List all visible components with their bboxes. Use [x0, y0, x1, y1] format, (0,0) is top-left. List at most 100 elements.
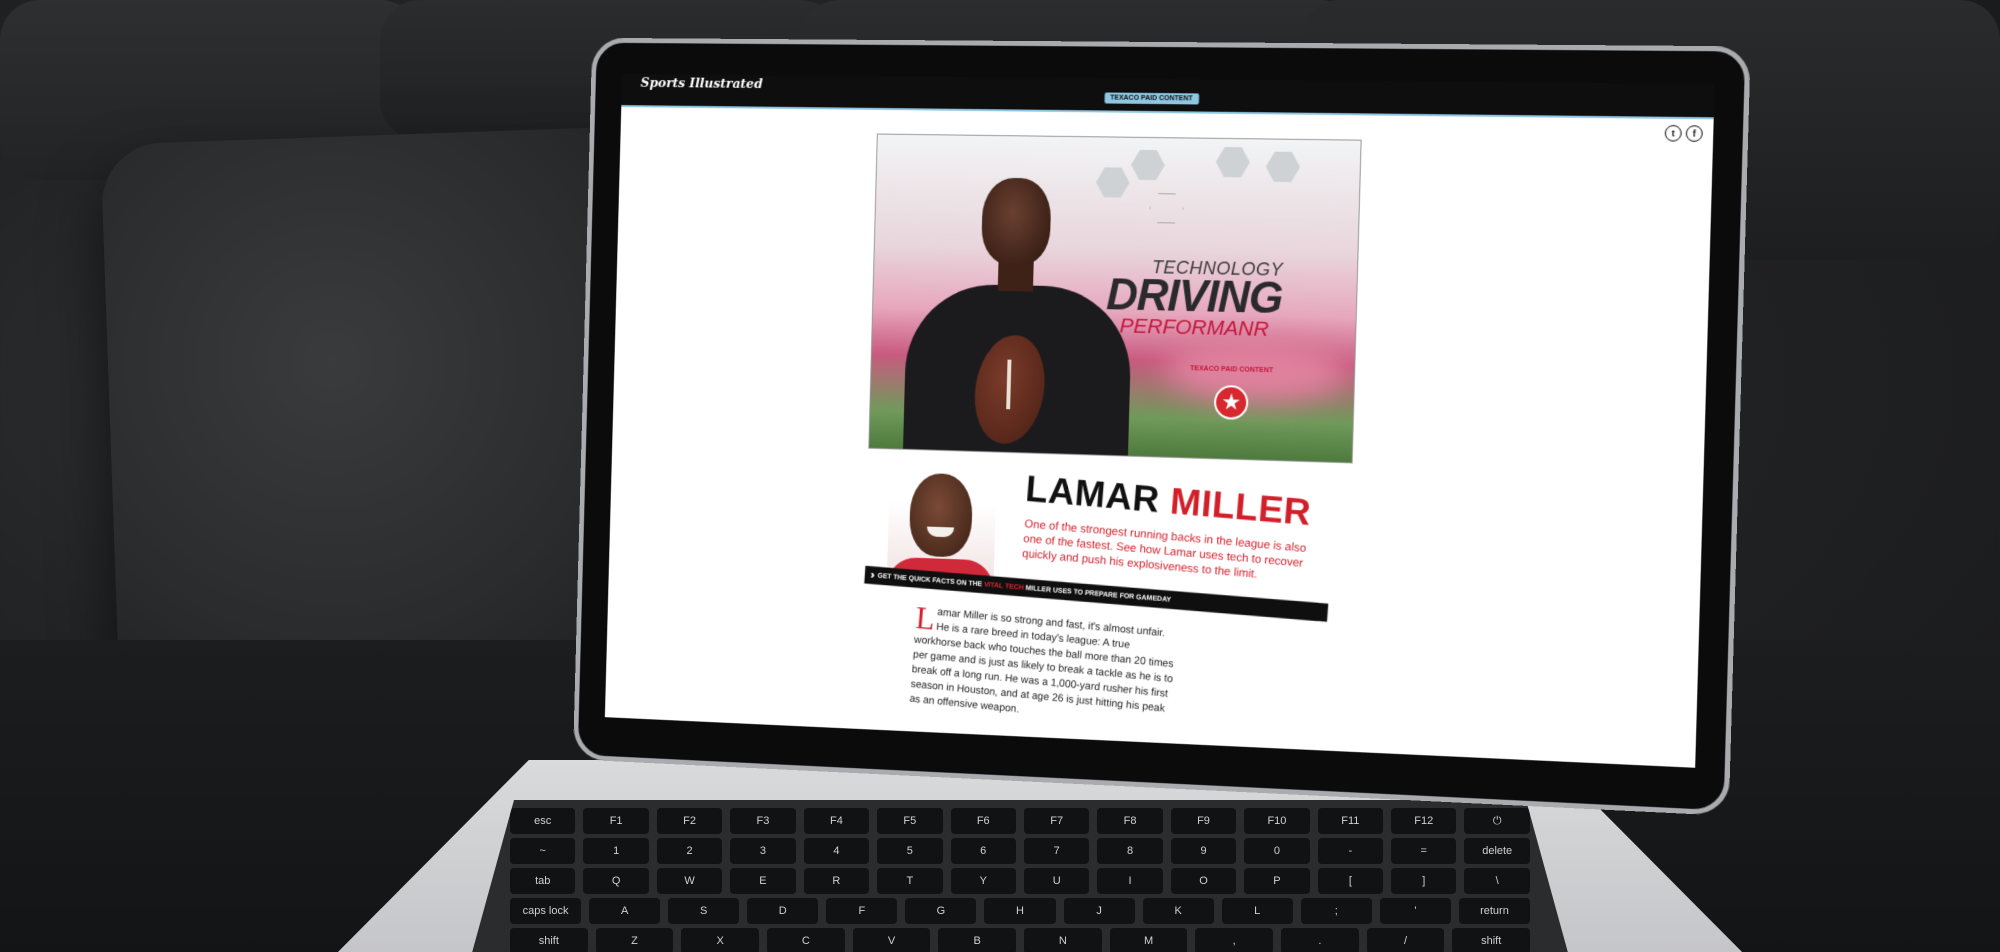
hero-title-line2: DRIVING [1092, 275, 1283, 319]
keyboard-key[interactable]: F2 [657, 808, 722, 834]
keyboard-key[interactable]: N [1024, 928, 1102, 952]
keyboard-key[interactable]: - [1318, 838, 1383, 864]
keyboard-key[interactable]: F1 [583, 808, 648, 834]
hexagon-decoration [1149, 193, 1184, 224]
keyboard-key[interactable]: F6 [951, 808, 1016, 834]
keyboard: esc F1 F2 F3 F4 F5 F6 F7 F8 F9 F10 F11 F12 ⏻ ~1 2 3 4 5 6 7… [470, 800, 1570, 952]
keyboard-key[interactable]: caps lock [510, 898, 581, 924]
player-head [981, 178, 1052, 267]
keyboard-key[interactable]: F7 [1024, 808, 1089, 834]
portrait-head [909, 473, 973, 558]
keyboard-key[interactable]: M [1110, 928, 1188, 952]
keyboard-key[interactable]: 3 [730, 838, 795, 864]
keyboard-key[interactable]: F12 [1391, 808, 1456, 834]
hexagon-decoration [1215, 147, 1250, 178]
hexagon-decoration [1265, 152, 1300, 183]
hero-title: TECHNOLOGY DRIVING PERFORMANR [1092, 257, 1284, 341]
hero-title-line3: PERFORMANR [1092, 315, 1282, 341]
paid-badge-label: TEXACO PAID CONTENT [1110, 95, 1193, 103]
keyboard-key[interactable]: J [1064, 898, 1135, 924]
keyboard-key[interactable]: 9 [1171, 838, 1236, 864]
keyboard-key[interactable]: L [1222, 898, 1293, 924]
keyboard-key[interactable]: W [657, 868, 722, 894]
keyboard-key[interactable]: / [1367, 928, 1445, 952]
keyboard-key[interactable]: 1 [583, 838, 648, 864]
texaco-star-icon: ★ [1214, 385, 1249, 420]
keyboard-key[interactable]: F9 [1171, 808, 1236, 834]
keyboard-key[interactable]: ⏻ [1464, 808, 1529, 834]
keyboard-row-fn: esc F1 F2 F3 F4 F5 F6 F7 F8 F9 F10 F11 F12 ⏻ [470, 808, 1570, 834]
keyboard-row-qwerty: tab Q W E R T Y U I O P [] \ [470, 868, 1570, 894]
sports-illustrated-logo[interactable]: Sports Illustrated [640, 78, 762, 91]
paid-content-badge[interactable]: TEXACO PAID CONTENT [1104, 92, 1199, 104]
keyboard-key[interactable]: shift [510, 928, 588, 952]
laptop-lid: Sports Illustrated TEXACO PAID CONTENT t… [573, 38, 1751, 816]
keyboard-key[interactable]: return [1459, 898, 1530, 924]
keyboard-key[interactable]: ' [1380, 898, 1451, 924]
site-header: Sports Illustrated TEXACO PAID CONTENT [621, 74, 1714, 119]
facebook-icon[interactable]: f [1686, 125, 1703, 142]
article-text: amar Miller is so strong and fast, it's … [909, 606, 1174, 715]
keyboard-key[interactable]: 8 [1097, 838, 1162, 864]
keyboard-key[interactable]: A [589, 898, 660, 924]
keyboard-key[interactable]: ] [1391, 868, 1456, 894]
keyboard-key[interactable]: 7 [1024, 838, 1089, 864]
article-dropcap: L [915, 603, 936, 632]
keyboard-key[interactable]: . [1281, 928, 1359, 952]
keyboard-key[interactable]: , [1195, 928, 1273, 952]
keyboard-key[interactable]: 6 [951, 838, 1016, 864]
keyboard-key[interactable]: G [905, 898, 976, 924]
keyboard-key[interactable]: 2 [657, 838, 722, 864]
player-last-name: MILLER [1169, 480, 1313, 533]
keyboard-key[interactable]: V [853, 928, 931, 952]
keyboard-key[interactable]: E [730, 868, 795, 894]
hexagon-decoration [1096, 167, 1130, 197]
keyboard-key[interactable]: ; [1301, 898, 1372, 924]
keyboard-key[interactable]: Y [951, 868, 1016, 894]
keyboard-row-shift: shift Z X C V B N M,. / shift [470, 928, 1570, 952]
hero-image: TECHNOLOGY DRIVING PERFORMANR TEXACO PAI… [868, 134, 1361, 464]
social-links: t f [1665, 125, 1703, 142]
keyboard-key[interactable]: delete [1464, 838, 1529, 864]
player-portrait [887, 466, 997, 583]
laptop-screen: Sports Illustrated TEXACO PAID CONTENT t… [605, 74, 1715, 768]
keyboard-key[interactable]: F8 [1097, 808, 1162, 834]
keyboard-key[interactable]: F3 [730, 808, 795, 834]
keyboard-key[interactable]: \ [1464, 868, 1529, 894]
keyboard-key[interactable]: Z [596, 928, 674, 952]
article-body: L amar Miller is so strong and fast, it'… [909, 603, 1181, 732]
keyboard-key[interactable]: F5 [877, 808, 942, 834]
keyboard-key[interactable]: H [984, 898, 1055, 924]
keyboard-key[interactable]: F [826, 898, 897, 924]
keyboard-key[interactable]: tab [510, 868, 575, 894]
keyboard-key[interactable]: 5 [877, 838, 942, 864]
keyboard-key[interactable]: shift [1452, 928, 1530, 952]
keyboard-key[interactable]: F4 [804, 808, 869, 834]
keyboard-key[interactable]: [ [1318, 868, 1383, 894]
keyboard-key[interactable]: B [938, 928, 1016, 952]
keyboard-key[interactable]: S [668, 898, 739, 924]
keyboard-key[interactable]: esc [510, 808, 575, 834]
keyboard-row-numbers: ~1 2 3 4 5 6 7 8 9 0- = delete [470, 838, 1570, 864]
keyboard-key[interactable]: = [1391, 838, 1456, 864]
keyboard-key[interactable]: X [681, 928, 759, 952]
keyboard-key[interactable]: 4 [804, 838, 869, 864]
keyboard-key[interactable]: R [804, 868, 869, 894]
keyboard-key[interactable]: U [1024, 868, 1089, 894]
keyboard-key[interactable]: 0 [1244, 838, 1309, 864]
keyboard-key[interactable]: Q [583, 868, 648, 894]
twitter-icon[interactable]: t [1665, 125, 1682, 142]
keyboard-key[interactable]: F11 [1318, 808, 1383, 834]
keyboard-key[interactable]: ~ [510, 838, 575, 864]
keyboard-key[interactable]: I [1097, 868, 1162, 894]
keyboard-key[interactable]: T [877, 868, 942, 894]
double-chevron-right-icon: ›› [870, 569, 872, 581]
keyboard-key[interactable]: K [1143, 898, 1214, 924]
logo-text: Sports Illustrated [640, 76, 762, 92]
player-first-name: LAMAR [1024, 468, 1161, 520]
keyboard-key[interactable]: O [1171, 868, 1236, 894]
keyboard-key[interactable]: F10 [1244, 808, 1309, 834]
keyboard-key[interactable]: D [747, 898, 818, 924]
keyboard-key[interactable]: P [1244, 868, 1309, 894]
keyboard-key[interactable]: C [767, 928, 845, 952]
